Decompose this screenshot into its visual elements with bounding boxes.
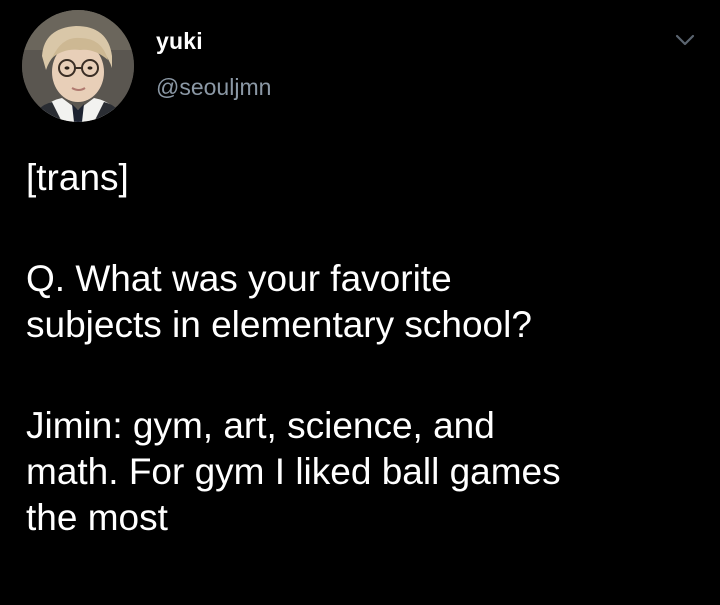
- chevron-down-icon: [675, 34, 695, 46]
- tweet-card: yuki @seouljmn [trans] Q. What was your …: [0, 0, 720, 605]
- avatar-image: [22, 10, 134, 122]
- avatar[interactable]: [22, 10, 134, 122]
- tweet-text: [trans] Q. What was your favorite subjec…: [26, 155, 696, 541]
- author-names: yuki @seouljmn: [156, 26, 271, 101]
- text-answer-line-2: math. For gym I liked ball games: [26, 451, 561, 492]
- text-question-line-1: Q. What was your favorite: [26, 258, 452, 299]
- tweet-header: yuki @seouljmn: [22, 10, 702, 122]
- display-name[interactable]: yuki: [156, 26, 271, 56]
- text-answer-line-3: the most: [26, 497, 168, 538]
- user-handle[interactable]: @seouljmn: [156, 73, 271, 101]
- text-answer-line-1: Jimin: gym, art, science, and: [26, 405, 495, 446]
- text-line-trans: [trans]: [26, 157, 129, 198]
- text-question-line-2: subjects in elementary school?: [26, 304, 532, 345]
- more-options-button[interactable]: [672, 30, 698, 50]
